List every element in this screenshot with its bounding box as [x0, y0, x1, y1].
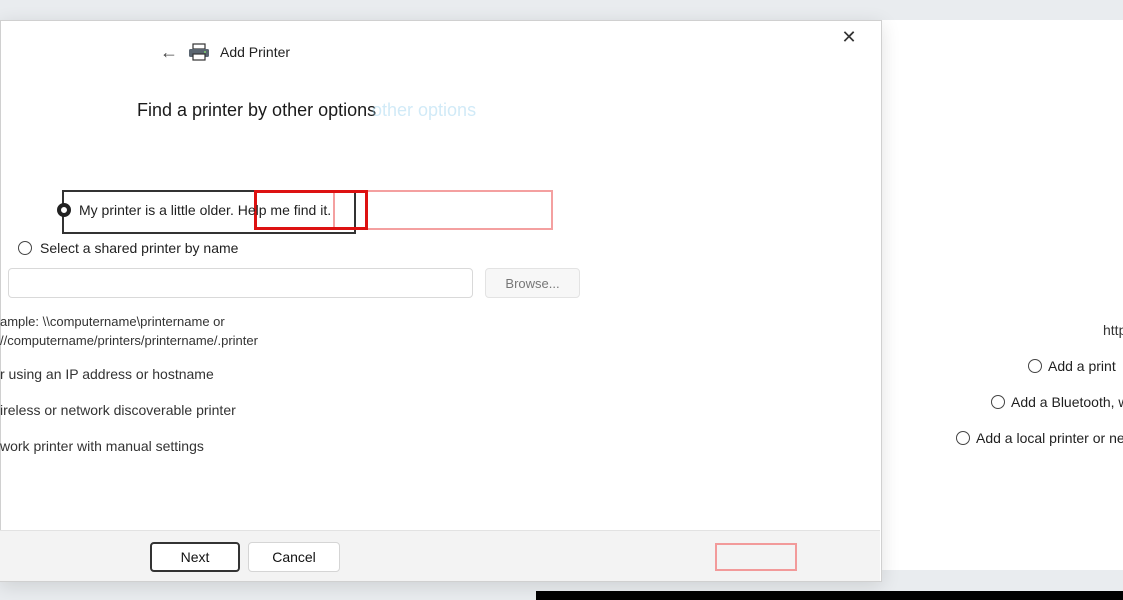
back-arrow-icon[interactable]: ← — [160, 43, 178, 61]
close-icon[interactable]: ✕ — [839, 27, 859, 47]
radio-bluetooth[interactable] — [991, 395, 1005, 409]
option-older-printer[interactable]: My printer is a little older. Help me fi… — [57, 202, 331, 218]
example-text: ample: \\computername\printername or //c… — [0, 312, 258, 350]
next-button[interactable]: Next — [150, 542, 240, 572]
option-local[interactable]: Add a local printer or net — [956, 430, 1123, 446]
option-shared-printer[interactable]: Select a shared printer by name — [18, 240, 238, 256]
window-title: Add Printer — [220, 44, 291, 60]
page-heading: Find a printer by other options — [137, 100, 377, 120]
option-older-printer-label: My printer is a little older. Help me fi… — [79, 202, 332, 218]
option-local-label: Add a local printer or net — [976, 430, 1123, 446]
radio-shared-printer[interactable] — [18, 241, 32, 255]
option-tcpip-left-fragment: r using an IP address or hostname — [0, 366, 214, 382]
titlebar: ← Add Printer — [160, 40, 290, 64]
taskbar-edge — [536, 591, 1123, 600]
highlight-box-footer — [715, 543, 797, 571]
page-heading-shadow: other options — [372, 100, 477, 120]
option-local-left-fragment: work printer with manual settings — [0, 438, 204, 454]
background-window-right — [880, 20, 1123, 570]
browse-button[interactable]: Browse... — [485, 268, 580, 298]
option-tcpip[interactable]: Add a print — [1028, 358, 1116, 374]
example-line-2: //computername/printers/printername/.pri… — [0, 333, 258, 348]
radio-older-printer[interactable] — [57, 203, 71, 217]
shared-printer-input[interactable] — [8, 268, 473, 298]
printer-icon — [189, 43, 209, 61]
cancel-button[interactable]: Cancel — [248, 542, 340, 572]
option-bluetooth-left-fragment: ireless or network discoverable printer — [0, 402, 236, 418]
option-tcpip-label: Add a print — [1048, 358, 1116, 374]
option-bluetooth[interactable]: Add a Bluetooth, w — [991, 394, 1123, 410]
radio-tcpip[interactable] — [1028, 359, 1042, 373]
radio-local[interactable] — [956, 431, 970, 445]
example-line-1: ample: \\computername\printername or — [0, 314, 225, 329]
example-right-fragment: http: — [1103, 322, 1123, 338]
option-bluetooth-label: Add a Bluetooth, w — [1011, 394, 1123, 410]
option-shared-printer-label: Select a shared printer by name — [40, 240, 239, 256]
